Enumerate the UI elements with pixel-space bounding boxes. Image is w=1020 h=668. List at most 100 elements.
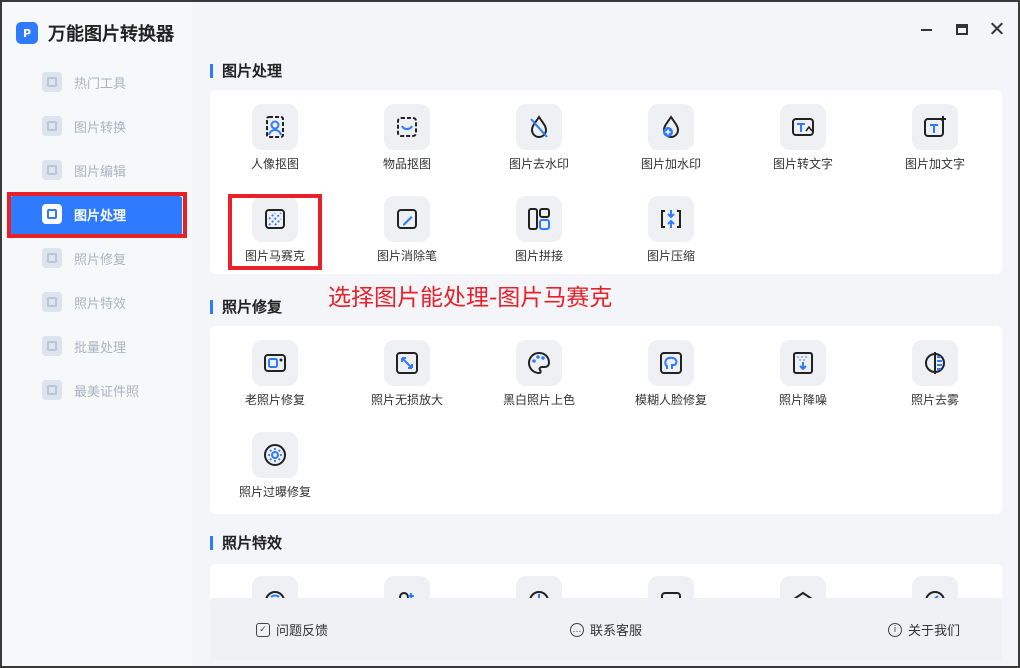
section-title-text: 照片修复 [222, 298, 283, 316]
image-processing-card: 人像抠图 物品抠图 图片去水印 图片加水印 图片转文字 图片加文字 图片马赛克 … [210, 90, 1002, 274]
support-label: 联系客服 [590, 624, 643, 639]
add-watermark-icon [648, 104, 694, 150]
sidebar-item-id-photo[interactable]: 最美证件照 [2, 368, 192, 412]
tool-mosaic[interactable]: 图片马赛克 [220, 196, 330, 264]
sidebar-item-repair[interactable]: 照片修复 [2, 236, 192, 280]
support-button[interactable]: … 联系客服 [570, 620, 642, 639]
sidebar-item-label: 图片处理 [74, 208, 127, 224]
tool-label: 图片压缩 [646, 249, 695, 263]
annotation-text: 选择图片能处理-图片马赛克 [328, 285, 613, 311]
info-icon: i [888, 622, 902, 637]
tool-label: 老照片修复 [244, 393, 305, 407]
tool-label: 模糊人脸修复 [634, 393, 707, 407]
tool-add-watermark[interactable]: 图片加水印 [616, 104, 726, 172]
tool-dehaze[interactable]: 照片去雾 [880, 340, 990, 408]
mosaic-icon [252, 196, 298, 242]
feedback-button[interactable]: ✓ 问题反馈 [256, 620, 328, 639]
about-button[interactable]: i 关于我们 [888, 620, 960, 639]
tool-label: 图片马赛克 [244, 249, 305, 263]
old-photo-icon [252, 340, 298, 386]
sidebar-item-convert[interactable]: 图片转换 [2, 104, 192, 148]
face-restore-icon [648, 340, 694, 386]
tool-eraser-pen[interactable]: 图片消除笔 [352, 196, 462, 264]
tool-image-to-text[interactable]: 图片转文字 [748, 104, 858, 172]
app-window: P 万能图片转换器 热门工具 图片转换 图片编辑 图片处理 照片修复 照片特效 … [0, 0, 1020, 668]
tool-remove-watermark[interactable]: 图片去水印 [484, 104, 594, 172]
remove-watermark-icon [516, 104, 562, 150]
tool-stitch[interactable]: 图片拼接 [484, 196, 594, 264]
add-text-icon [912, 104, 958, 150]
sidebar: P 万能图片转换器 热门工具 图片转换 图片编辑 图片处理 照片修复 照片特效 … [2, 2, 192, 666]
section-title-image-processing: 图片处理 [210, 60, 282, 81]
app-name: 万能图片转换器 [48, 24, 174, 45]
tool-label: 图片消除笔 [376, 249, 437, 263]
section-title-photo-repair: 照片修复 [210, 296, 282, 317]
sidebar-item-hot-tools[interactable]: 热门工具 [2, 60, 192, 104]
overexposure-icon [252, 432, 298, 478]
dehaze-icon [912, 340, 958, 386]
tool-object-cutout[interactable]: 物品抠图 [352, 104, 462, 172]
section-title-text: 照片特效 [222, 534, 283, 552]
effects-icon [42, 292, 62, 312]
eraser-pen-icon [384, 196, 430, 242]
sidebar-item-label: 热门工具 [74, 76, 127, 92]
sidebar-item-label: 图片转换 [74, 120, 127, 136]
sidebar-item-label: 图片编辑 [74, 164, 127, 180]
upscale-icon [384, 340, 430, 386]
tool-label: 照片降噪 [778, 393, 827, 407]
stitch-icon [516, 196, 562, 242]
section-title-photo-effects: 照片特效 [210, 532, 282, 553]
sidebar-item-label: 照片特效 [74, 296, 127, 312]
tool-denoise[interactable]: 照片降噪 [748, 340, 858, 408]
batch-icon [42, 336, 62, 356]
tool-label: 图片去水印 [508, 157, 569, 171]
repair-icon [42, 248, 62, 268]
sidebar-item-process[interactable]: 图片处理 [2, 192, 192, 236]
process-icon [42, 204, 62, 224]
tool-old-photo[interactable]: 老照片修复 [220, 340, 330, 408]
tool-compress[interactable]: 图片压缩 [616, 196, 726, 264]
portrait-cutout-icon [252, 104, 298, 150]
footer-bar: ✓ 问题反馈 … 联系客服 i 关于我们 [210, 598, 1002, 660]
tool-label: 照片无损放大 [370, 393, 443, 407]
app-title: P 万能图片转换器 [16, 20, 174, 46]
sidebar-item-batch[interactable]: 批量处理 [2, 324, 192, 368]
colorize-icon [516, 340, 562, 386]
tool-colorize[interactable]: 黑白照片上色 [484, 340, 594, 408]
feedback-label: 问题反馈 [276, 624, 329, 639]
feedback-icon: ✓ [256, 622, 270, 637]
tool-label: 照片去雾 [910, 393, 959, 407]
main-content: 图片处理 人像抠图 物品抠图 图片去水印 图片加水印 图片转文字 图片加文字 图… [192, 2, 1018, 666]
denoise-icon [780, 340, 826, 386]
tool-face-restore[interactable]: 模糊人脸修复 [616, 340, 726, 408]
sidebar-item-label: 批量处理 [74, 340, 127, 356]
tool-add-text[interactable]: 图片加文字 [880, 104, 990, 172]
id-photo-icon [42, 380, 62, 400]
sidebar-item-effects[interactable]: 照片特效 [2, 280, 192, 324]
sidebar-item-edit[interactable]: 图片编辑 [2, 148, 192, 192]
sidebar-item-label: 照片修复 [74, 252, 127, 268]
tool-label: 照片过曝修复 [238, 485, 311, 499]
section-title-text: 图片处理 [222, 62, 283, 80]
object-cutout-icon [384, 104, 430, 150]
convert-icon [42, 116, 62, 136]
tool-label: 图片拼接 [514, 249, 563, 263]
image-to-text-icon [780, 104, 826, 150]
tool-portrait-cutout[interactable]: 人像抠图 [220, 104, 330, 172]
sidebar-nav: 热门工具 图片转换 图片编辑 图片处理 照片修复 照片特效 批量处理 最美证件照 [2, 60, 192, 412]
tool-label: 图片加文字 [904, 157, 965, 171]
support-icon: … [570, 622, 584, 637]
tool-label: 人像抠图 [250, 157, 299, 171]
edit-icon [42, 160, 62, 180]
hot-tools-icon [42, 72, 62, 92]
tool-label: 图片转文字 [772, 157, 833, 171]
tool-overexposure[interactable]: 照片过曝修复 [220, 432, 330, 500]
compress-icon [648, 196, 694, 242]
tool-upscale[interactable]: 照片无损放大 [352, 340, 462, 408]
tool-label: 图片加水印 [640, 157, 701, 171]
app-logo-icon: P [16, 22, 38, 44]
photo-repair-card: 老照片修复 照片无损放大 黑白照片上色 模糊人脸修复 照片降噪 照片去雾 照片过… [210, 326, 1002, 514]
about-label: 关于我们 [908, 624, 961, 639]
tool-label: 黑白照片上色 [502, 393, 575, 407]
tool-label: 物品抠图 [382, 157, 431, 171]
